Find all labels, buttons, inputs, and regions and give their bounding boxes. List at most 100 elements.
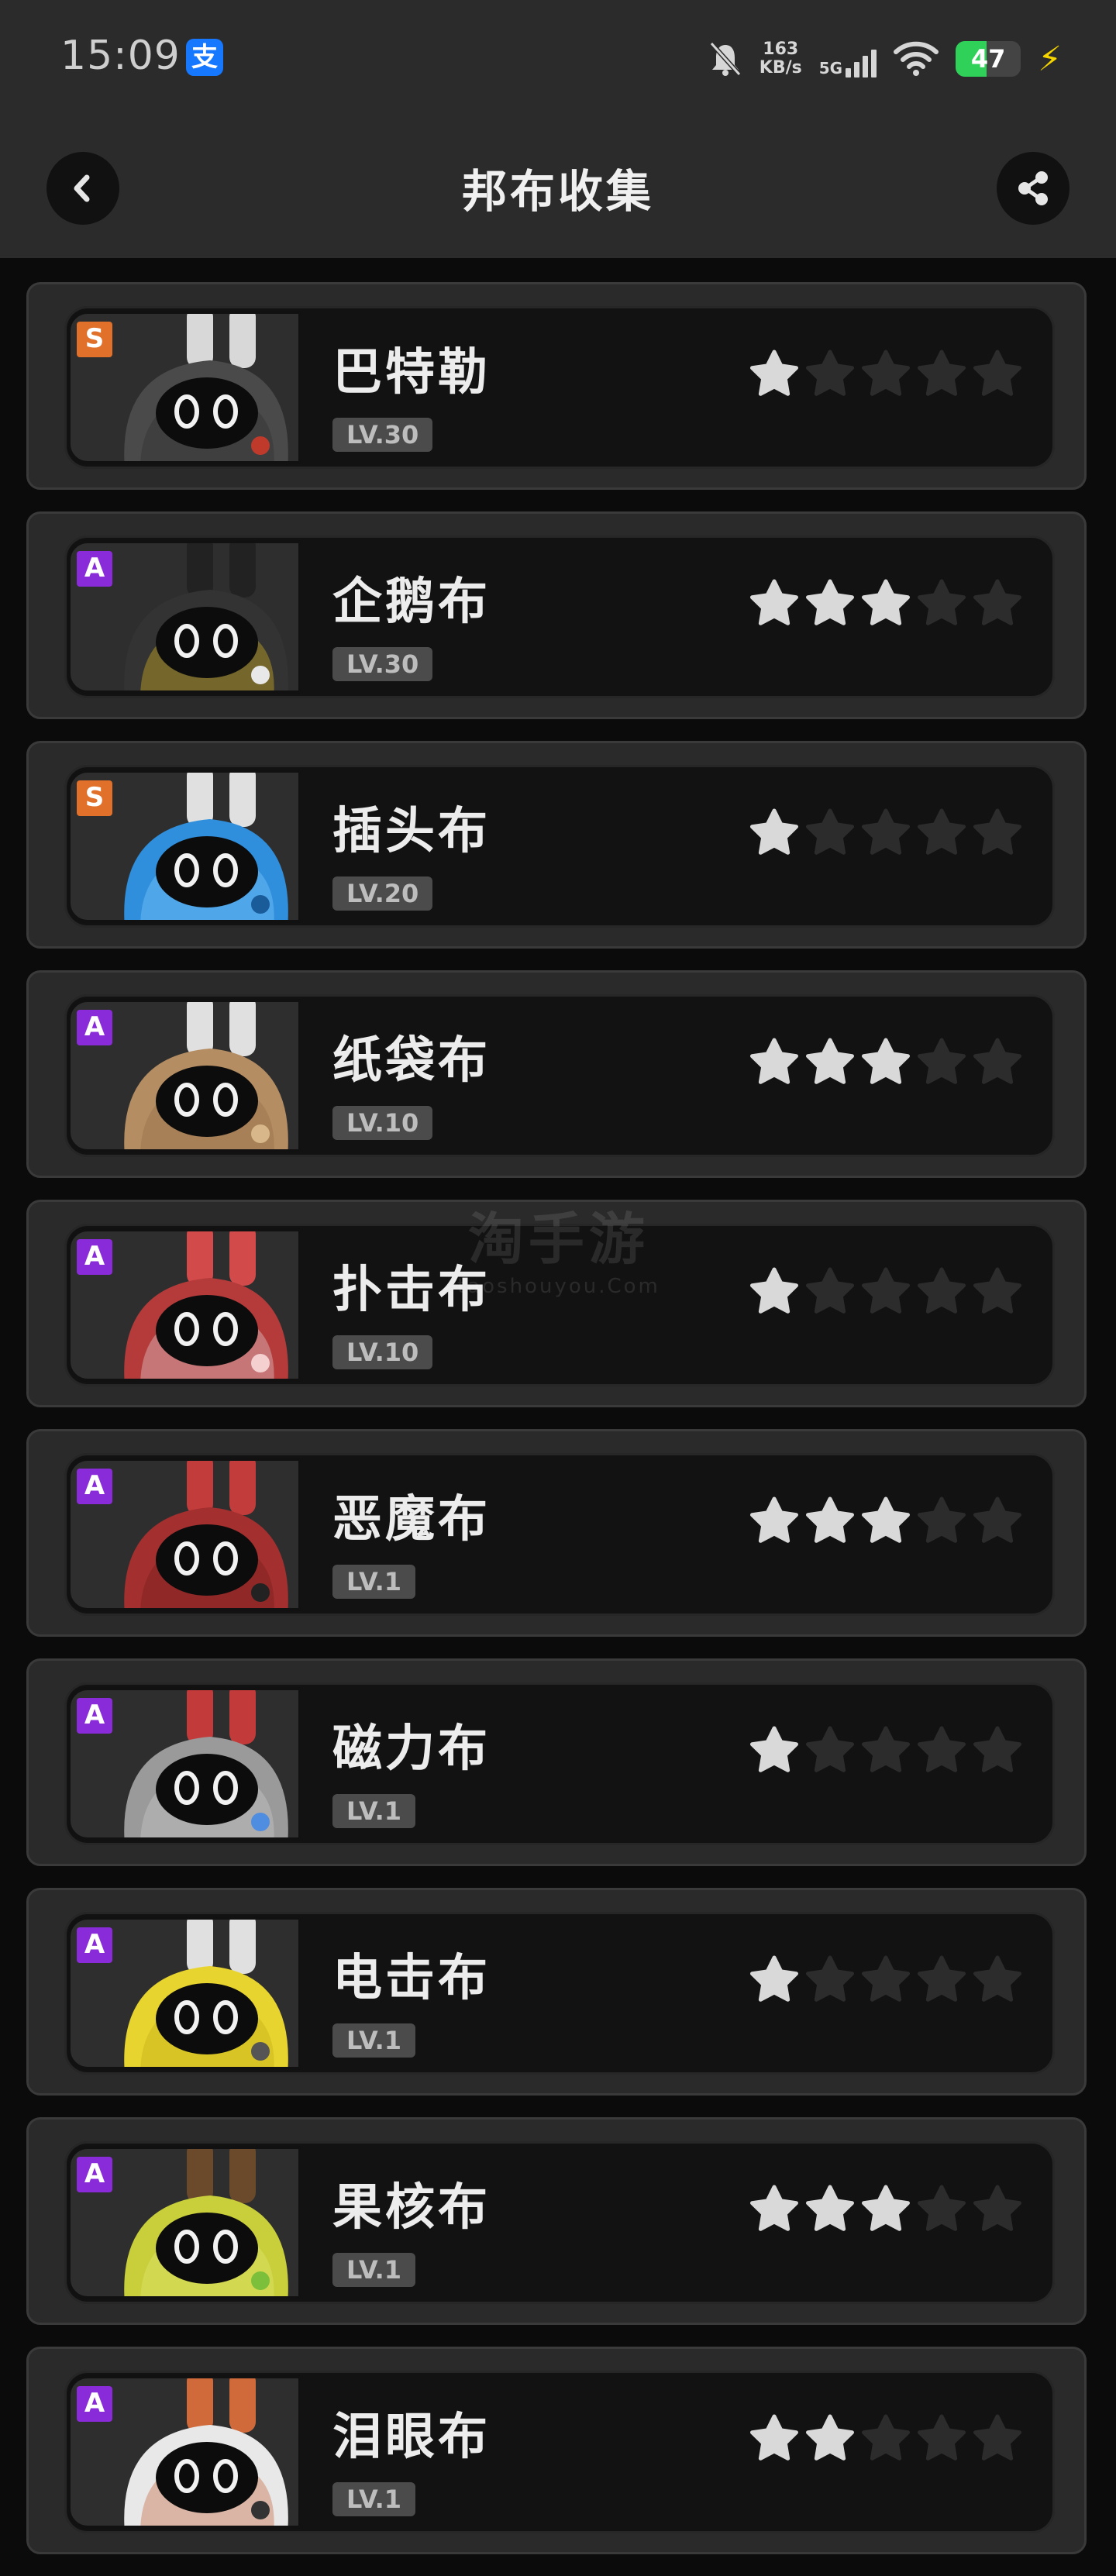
star-filled-icon (862, 1496, 910, 1543)
bangboo-card[interactable]: A 果核布 LV.1 (26, 2117, 1087, 2325)
top-bar: 15:09 支 163 KB/s 5G 47 ⚡ 邦布收集 (0, 0, 1116, 258)
net-speed: 163 KB/s (759, 40, 802, 77)
level-badge: LV.10 (332, 1335, 433, 1369)
bangboo-card[interactable]: A 泪眼布 LV.1 (26, 2347, 1087, 2554)
bangboo-card[interactable]: S 插头布 LV.20 (26, 741, 1087, 949)
star-empty-icon (973, 1726, 1021, 1772)
bangboo-card[interactable]: A 恶魔布 LV.1 (26, 1429, 1087, 1637)
rarity-badge: A (77, 2157, 112, 2192)
bangboo-card[interactable]: A 企鹅布 LV.30 (26, 511, 1087, 719)
page-title: 邦布收集 (461, 165, 654, 218)
cellular-signal: 5G (819, 40, 877, 77)
bangboo-card[interactable]: A 扑击布 LV.10 (26, 1200, 1087, 1407)
star-empty-icon (918, 2185, 966, 2231)
star-empty-icon (973, 1038, 1021, 1084)
star-empty-icon (918, 1496, 966, 1543)
rarity-badge: A (77, 1927, 112, 1963)
star-rating (749, 1955, 1022, 2005)
bangboo-card[interactable]: A 纸袋布 LV.10 (26, 970, 1087, 1178)
star-empty-icon (806, 1267, 854, 1314)
level-badge: LV.1 (332, 2482, 416, 2516)
star-empty-icon (918, 808, 966, 855)
bangboo-name: 恶魔布 (332, 1491, 491, 1548)
bangboo-name: 果核布 (332, 2179, 491, 2237)
charging-bolt-icon: ⚡ (1038, 39, 1062, 79)
bangboo-card[interactable]: A 电击布 LV.1 (26, 1888, 1087, 2096)
signal-bars-icon (846, 50, 877, 77)
level-badge: LV.1 (332, 2023, 416, 2058)
star-empty-icon (806, 1726, 854, 1772)
rarity-badge: A (77, 551, 112, 587)
level-badge: LV.10 (332, 1106, 433, 1140)
star-rating (749, 1726, 1022, 1775)
bangboo-portrait: A (67, 999, 301, 1152)
star-rating (749, 350, 1022, 399)
star-empty-icon (862, 1726, 910, 1772)
bangboo-list: S 巴特勒 LV.30 A 企鹅布 LV.30 S 插头布 LV.20 A 纸袋布 LV.10 A 扑击布… (26, 282, 1090, 2576)
bangboo-card[interactable]: S 巴特勒 LV.30 (26, 282, 1087, 490)
bangboo-portrait: A (67, 540, 301, 694)
status-icons: 163 KB/s 5G 47 ⚡ (708, 37, 1062, 81)
rarity-badge: A (77, 1469, 112, 1504)
share-button[interactable] (997, 152, 1070, 225)
star-empty-icon (918, 579, 966, 625)
bangboo-name: 纸袋布 (332, 1032, 491, 1090)
star-rating (749, 1267, 1022, 1317)
battery-indicator: 47 (956, 41, 1021, 77)
star-empty-icon (862, 808, 910, 855)
level-badge: LV.30 (332, 418, 433, 452)
star-empty-icon (862, 1267, 910, 1314)
star-empty-icon (862, 2414, 910, 2461)
star-empty-icon (806, 808, 854, 855)
star-empty-icon (973, 1955, 1021, 2002)
rarity-badge: A (77, 1010, 112, 1045)
star-rating (749, 808, 1022, 858)
star-empty-icon (918, 1726, 966, 1772)
star-empty-icon (973, 350, 1021, 396)
star-empty-icon (973, 2185, 1021, 2231)
star-empty-icon (918, 2414, 966, 2461)
star-rating (749, 1496, 1022, 1546)
bangboo-portrait: S (67, 770, 301, 923)
bangboo-card[interactable]: A 磁力布 LV.1 (26, 1658, 1087, 1866)
level-badge: LV.30 (332, 647, 433, 681)
bangboo-name: 磁力布 (332, 1720, 491, 1778)
star-filled-icon (750, 2185, 798, 2231)
bangboo-name: 电击布 (332, 1950, 491, 2007)
star-empty-icon (918, 350, 966, 396)
star-empty-icon (918, 1267, 966, 1314)
star-filled-icon (806, 2185, 854, 2231)
star-empty-icon (806, 1955, 854, 2002)
star-rating (749, 2185, 1022, 2234)
share-icon (1018, 171, 1048, 205)
rarity-badge: S (77, 780, 112, 816)
star-empty-icon (918, 1038, 966, 1084)
rarity-badge: A (77, 2386, 112, 2422)
bangboo-portrait: A (67, 2146, 301, 2299)
mute-bell-icon (709, 41, 742, 77)
level-badge: LV.20 (332, 876, 433, 911)
star-empty-icon (918, 1955, 966, 2002)
level-badge: LV.1 (332, 2253, 416, 2287)
star-filled-icon (750, 808, 798, 855)
star-empty-icon (862, 350, 910, 396)
star-filled-icon (806, 1038, 854, 1084)
star-filled-icon (862, 1038, 910, 1084)
star-filled-icon (750, 1726, 798, 1772)
star-filled-icon (750, 579, 798, 625)
bangboo-name: 扑击布 (332, 1262, 491, 1319)
star-filled-icon (862, 2185, 910, 2231)
bangboo-name: 插头布 (332, 803, 491, 860)
bangboo-name: 企鹅布 (332, 573, 491, 631)
star-filled-icon (806, 2414, 854, 2461)
bangboo-name: 泪眼布 (332, 2409, 491, 2466)
star-filled-icon (862, 579, 910, 625)
star-filled-icon (806, 1496, 854, 1543)
bangboo-portrait: A (67, 1228, 301, 1382)
bangboo-portrait: A (67, 1917, 301, 2070)
battery-percent: 47 (970, 44, 1006, 74)
bangboo-portrait: S (67, 311, 301, 464)
star-empty-icon (973, 2414, 1021, 2461)
rarity-badge: A (77, 1239, 112, 1275)
star-filled-icon (750, 1038, 798, 1084)
